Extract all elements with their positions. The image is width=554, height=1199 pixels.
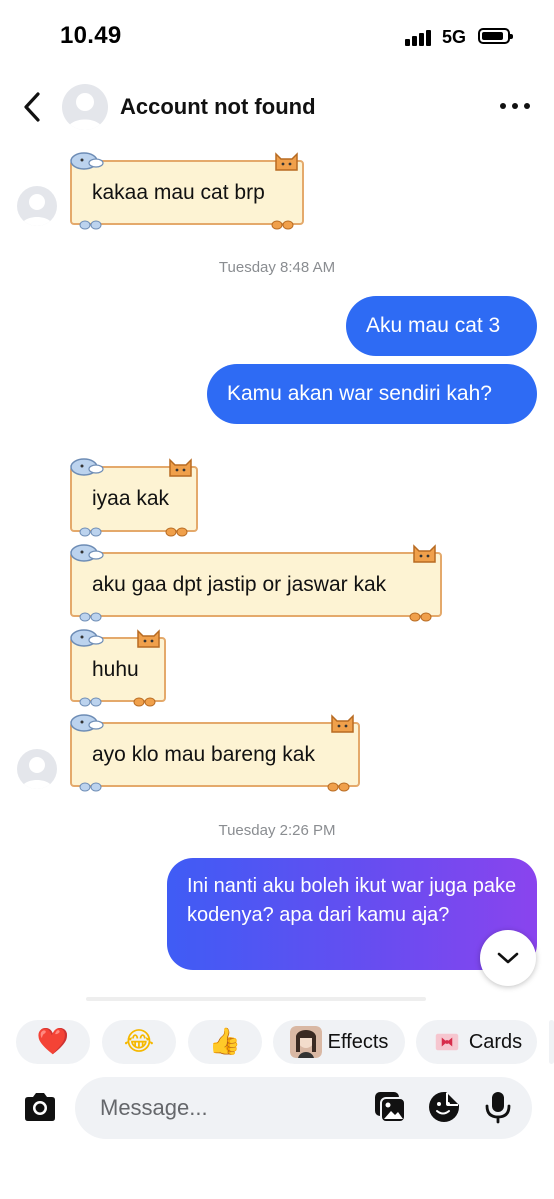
camera-icon[interactable]	[20, 1087, 60, 1127]
cat-sticker-icon	[275, 152, 298, 171]
paw-decoration	[79, 782, 102, 792]
incoming-message[interactable]: kakaa mau cat brp	[70, 152, 304, 230]
dog-sticker-icon	[70, 714, 104, 732]
reaction-heart[interactable]: ❤️	[16, 1020, 90, 1064]
paw-decoration	[271, 220, 294, 230]
paw-decoration	[79, 220, 102, 230]
paw-decoration	[165, 527, 188, 537]
message-text: iyaa kak	[92, 487, 170, 510]
signal-icon	[405, 30, 435, 46]
incoming-message[interactable]: iyaa kak	[70, 458, 198, 537]
message-text: huhu	[92, 657, 139, 681]
gift-card-icon	[435, 1033, 459, 1051]
timestamp: Tuesday 2:26 PM	[218, 822, 336, 839]
reaction-laugh[interactable]: 😂	[102, 1020, 176, 1064]
paw-decoration	[133, 697, 156, 707]
paw-decoration	[409, 612, 432, 622]
cards-button[interactable]: Cards	[416, 1020, 537, 1064]
cat-sticker-icon	[137, 629, 160, 648]
cat-sticker-icon	[169, 458, 192, 477]
message-placeholder: Message...	[100, 1095, 208, 1120]
incoming-message[interactable]: ayo klo mau bareng kak	[70, 714, 360, 792]
battery-icon	[478, 28, 513, 44]
dog-sticker-icon	[70, 152, 104, 170]
cards-label: Cards	[468, 1030, 523, 1053]
more-reactions[interactable]	[549, 1020, 554, 1064]
paw-decoration	[327, 782, 350, 792]
dog-sticker-icon	[70, 629, 104, 647]
message-text: kakaa mau cat brp	[92, 180, 265, 204]
timestamp: Tuesday 8:48 AM	[218, 259, 336, 276]
effects-thumbnail-icon	[289, 1026, 322, 1058]
outgoing-message[interactable]: Aku mau cat 3	[346, 296, 537, 356]
effects-label: Effects	[327, 1030, 389, 1053]
sticker-icon[interactable]	[427, 1090, 461, 1124]
message-text: Ini nanti aku boleh ikut war juga pake k…	[187, 875, 517, 926]
sender-avatar	[17, 749, 57, 789]
cat-sticker-icon	[331, 714, 354, 733]
chevron-down-icon	[497, 952, 519, 964]
contact-name[interactable]: Account not found	[120, 94, 316, 120]
reaction-thumbs-up[interactable]: 👍	[188, 1020, 262, 1064]
scroll-to-bottom-button[interactable]	[480, 930, 536, 986]
back-arrow-icon[interactable]	[18, 90, 48, 124]
paw-decoration	[79, 527, 102, 537]
incoming-message[interactable]: aku gaa dpt jastip or jaswar kak	[70, 544, 442, 622]
effects-button[interactable]: Effects	[273, 1020, 405, 1064]
network-type: 5G	[442, 27, 467, 47]
message-text: Aku mau cat 3	[366, 314, 501, 337]
message-text: ayo klo mau bareng kak	[92, 742, 315, 766]
microphone-icon[interactable]	[481, 1090, 515, 1124]
scroll-edge	[86, 997, 426, 1001]
incoming-message[interactable]: huhu	[70, 629, 166, 707]
dog-sticker-icon	[70, 544, 104, 562]
message-text: Kamu akan war sendiri kah?	[227, 382, 492, 405]
laughing-face-icon: 😂	[123, 1027, 155, 1057]
status-time: 10.49	[60, 22, 122, 49]
heart-icon: ❤️	[36, 1027, 70, 1057]
thumbs-up-icon: 👍	[208, 1027, 242, 1057]
outgoing-message[interactable]: Kamu akan war sendiri kah?	[207, 364, 537, 424]
more-options-icon[interactable]	[498, 103, 532, 111]
sender-avatar	[17, 186, 57, 226]
gallery-icon[interactable]	[373, 1090, 407, 1124]
dog-sticker-icon	[70, 458, 104, 476]
message-text: aku gaa dpt jastip or jaswar kak	[92, 572, 387, 596]
paw-decoration	[79, 697, 102, 707]
cat-sticker-icon	[413, 544, 436, 563]
paw-decoration	[79, 612, 102, 622]
contact-avatar[interactable]	[62, 84, 108, 130]
